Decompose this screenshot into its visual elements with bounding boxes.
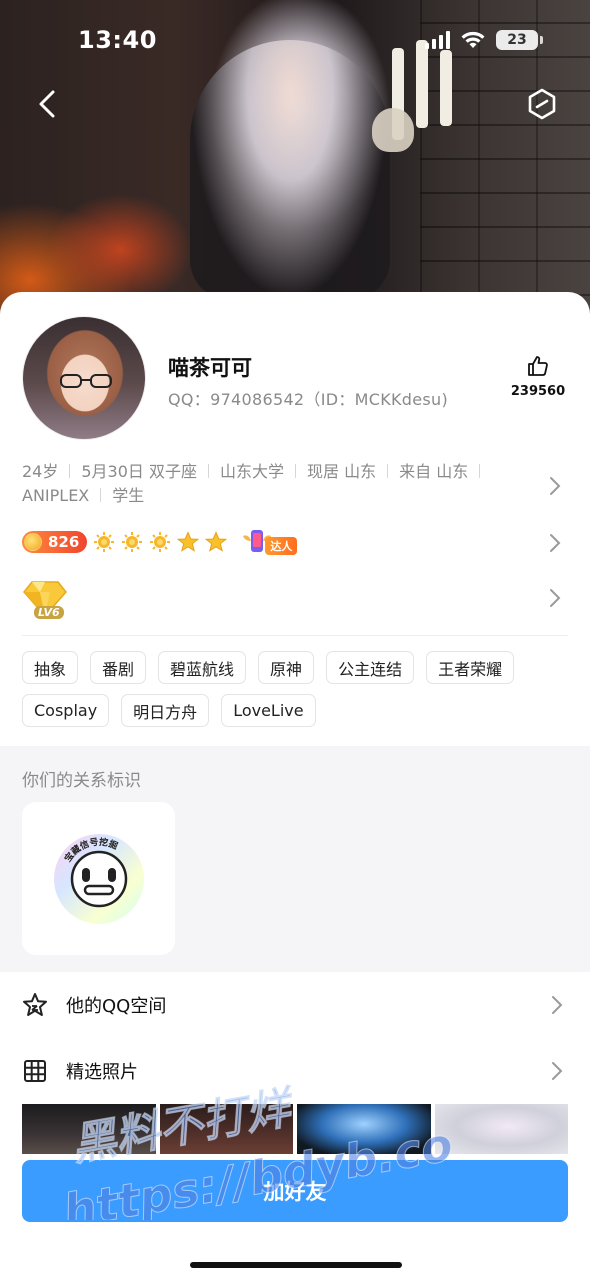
wifi-icon — [461, 31, 485, 48]
status-icons: 23 — [425, 30, 543, 50]
expert-badge: 达人 — [241, 528, 298, 556]
featured-photos-strip — [22, 1104, 568, 1154]
grid-icon — [24, 1060, 46, 1082]
qq-number-id[interactable]: QQ：974086542（ID：MCKKdesu) — [168, 386, 448, 410]
info-location: 现居 山东 — [307, 462, 377, 481]
status-bar: 13:40 23 — [0, 20, 590, 60]
badges-row[interactable]: 826 达人 — [22, 528, 298, 556]
info-school: 山东大学 — [220, 462, 285, 481]
relation-section: 你们的关系标识 宝藏信号挖掘 — [0, 746, 590, 972]
interest-tag[interactable]: 原神 — [258, 651, 315, 684]
star-level-icon — [177, 531, 200, 552]
interest-tag[interactable]: LoveLive — [221, 694, 316, 727]
profile-info-row[interactable]: 24岁 5月30日 双子座 山东大学 现居 山东 来自 山东 ANIPLEX 学生 — [22, 460, 542, 508]
avatar-glasses — [60, 374, 112, 388]
relation-badge-card[interactable]: 宝藏信号挖掘 — [22, 802, 175, 955]
avatar[interactable] — [22, 316, 146, 440]
profile-name: 喵茶可可 — [168, 356, 252, 380]
qzone-entry[interactable]: 他的QQ空间 — [0, 973, 590, 1037]
level-label: LV6 — [34, 606, 64, 619]
info-occupation: 学生 — [112, 486, 145, 505]
home-indicator[interactable] — [190, 1262, 402, 1268]
profile-page: 13:40 23 喵茶可可 QQ：974086542（ID：MCKKdesu) … — [0, 0, 590, 1280]
qzone-label: 他的QQ空间 — [66, 996, 167, 1017]
interest-tag[interactable]: 明日方舟 — [121, 694, 210, 727]
interest-tag[interactable]: 番剧 — [90, 651, 147, 684]
featured-photos-entry[interactable]: 精选照片 — [0, 1039, 590, 1103]
coin-count: 826 — [48, 533, 80, 551]
qzone-star-icon — [23, 993, 47, 1016]
photo-thumbnail[interactable] — [297, 1104, 431, 1154]
featured-photos-label: 精选照片 — [66, 1062, 138, 1083]
info-birthday: 5月30日 双子座 — [81, 462, 198, 481]
photo-thumbnail[interactable] — [159, 1104, 293, 1154]
chevron-right-icon — [552, 996, 563, 1014]
divider — [22, 635, 568, 636]
relation-title: 你们的关系标识 — [22, 771, 141, 791]
info-company: ANIPLEX — [22, 486, 90, 505]
back-arrow-icon[interactable] — [30, 86, 66, 122]
chevron-right-icon — [552, 1062, 563, 1080]
sun-level-icon — [94, 532, 115, 552]
interest-tag[interactable]: 碧蓝航线 — [158, 651, 247, 684]
cover-cosplayer — [190, 40, 390, 300]
coin-icon — [24, 533, 42, 551]
battery-indicator: 23 — [496, 30, 543, 50]
add-friend-button[interactable]: 加好友 — [22, 1160, 568, 1222]
interest-tag[interactable]: 公主连结 — [326, 651, 415, 684]
interest-tag[interactable]: 抽象 — [22, 651, 79, 684]
chevron-right-icon[interactable] — [548, 475, 562, 497]
cover-candle — [440, 50, 452, 126]
interest-tag[interactable]: Cosplay — [22, 694, 110, 727]
like-count: 239560 — [510, 384, 566, 399]
cover-skull — [372, 108, 414, 152]
relation-badge-icon: 宝藏信号挖掘 — [54, 834, 144, 924]
thumbs-up-icon — [528, 356, 548, 376]
chevron-right-icon[interactable] — [548, 587, 562, 609]
cellular-signal-icon — [425, 31, 450, 49]
coin-badge: 826 — [22, 531, 88, 553]
star-level-icon — [205, 531, 228, 552]
expert-label: 达人 — [265, 537, 298, 555]
info-hometown: 来自 山东 — [399, 462, 469, 481]
info-age: 24岁 — [22, 462, 59, 481]
interest-tags: 抽象 番剧 碧蓝航线 原神 公主连结 王者荣耀 Cosplay 明日方舟 Lov… — [22, 651, 568, 727]
more-options-icon[interactable] — [524, 86, 560, 122]
like-button[interactable]: 239560 — [508, 354, 568, 399]
status-time: 13:40 — [78, 26, 157, 54]
interest-tag[interactable]: 王者荣耀 — [426, 651, 515, 684]
sun-level-icon — [122, 532, 143, 552]
chevron-right-icon[interactable] — [548, 532, 562, 554]
photo-thumbnail[interactable] — [22, 1104, 156, 1154]
profile-card: 喵茶可可 QQ：974086542（ID：MCKKdesu) 239560 24… — [0, 292, 590, 1280]
photo-thumbnail[interactable] — [434, 1104, 568, 1154]
sun-level-icon — [150, 532, 171, 552]
